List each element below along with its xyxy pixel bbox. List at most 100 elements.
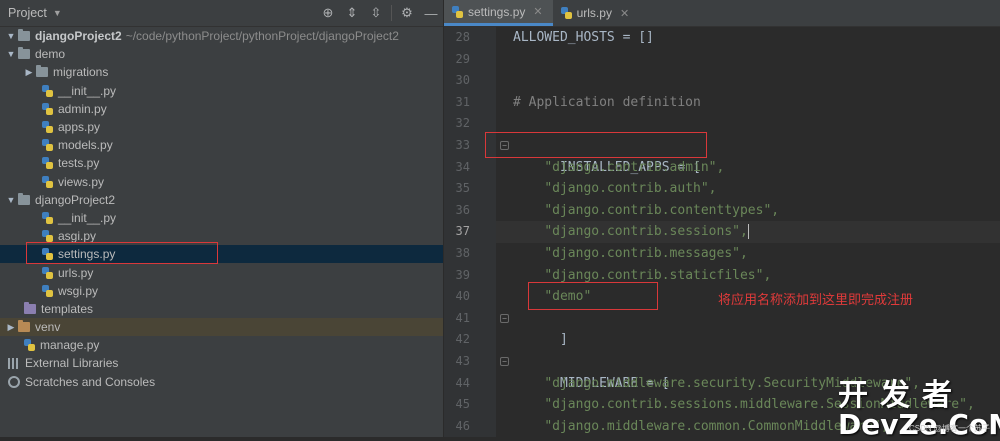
tree-item-label: venv [35, 320, 61, 335]
tree-item-label: models.py [58, 138, 113, 153]
python-file-icon [42, 284, 53, 297]
code-line[interactable]: −] [496, 308, 1000, 347]
python-file-icon [24, 339, 35, 352]
gear-icon[interactable]: ⚙ [395, 0, 419, 26]
tree-item-label: views.py [58, 174, 105, 189]
tree-item-settings[interactable]: settings.py [0, 242, 443, 265]
tree-item-label: manage.py [40, 338, 100, 353]
fold-marker-icon[interactable]: − [500, 313, 509, 323]
code-line[interactable]: "django.contrib.messages", [496, 243, 1000, 265]
project-view-dropdown[interactable]: Project ▼ [8, 6, 62, 20]
code-comment: # Application definition [513, 94, 701, 110]
code-line[interactable]: ALLOWED_HOSTS = [] [496, 27, 1000, 49]
code-line-current[interactable]: "django.contrib.sessions", [496, 221, 1000, 243]
close-icon[interactable]: ✕ [533, 5, 542, 18]
folder-icon [18, 47, 30, 60]
locate-icon[interactable]: ⊕ [316, 0, 340, 26]
python-file-icon [42, 84, 53, 97]
code-line[interactable]: # Application definition [496, 92, 1000, 114]
line-number-current: 37 [455, 224, 470, 239]
line-number: 46 [455, 418, 470, 433]
tree-item-label: demo [35, 47, 66, 62]
line-number: 28 [455, 30, 470, 44]
chevron-right-icon[interactable]: ▶ [4, 322, 18, 333]
python-file-icon [452, 5, 463, 18]
code-line[interactable]: "django.contrib.admin", [496, 157, 1000, 179]
chevron-down-icon[interactable]: ▼ [4, 49, 18, 59]
code-string: "django.contrib.admin", [544, 159, 725, 175]
code-line[interactable] [496, 70, 1000, 92]
line-number: 45 [455, 397, 470, 412]
chevron-right-icon[interactable]: ▶ [22, 67, 36, 78]
tree-item-label: admin.py [58, 101, 107, 116]
code-line[interactable] [496, 329, 1000, 351]
settings-highlight-box [26, 242, 218, 265]
sidebar-header: Project ▼ ⊕ ⇕ ⇳ ⚙ — [0, 0, 443, 27]
tree-item-migrations[interactable]: ▶ migrations [0, 63, 443, 81]
project-view-label: Project [8, 6, 47, 20]
code-line[interactable] [496, 49, 1000, 71]
tree-item-apps[interactable]: apps.py [0, 118, 443, 136]
tree-item-scratches[interactable]: Scratches and Consoles [0, 373, 443, 391]
code-line[interactable]: "django.contrib.contenttypes", [496, 200, 1000, 222]
tree-item-label: External Libraries [25, 356, 119, 371]
tree-item-external-libraries[interactable]: External Libraries [0, 354, 443, 372]
line-number: 36 [455, 202, 470, 217]
tree-item-manage[interactable]: manage.py [0, 336, 443, 354]
text-cursor [747, 224, 749, 240]
minimize-icon[interactable]: — [419, 0, 443, 26]
project-sidebar: Project ▼ ⊕ ⇕ ⇳ ⚙ — ▼ djangoProject2 ~/c… [0, 0, 443, 437]
tab-urls[interactable]: urls.py ✕ [553, 0, 640, 26]
root-path: ~/code/pythonProject/pythonProject/djang… [125, 29, 399, 44]
close-icon[interactable]: ✕ [620, 7, 629, 20]
root-folder-label: djangoProject2 [35, 29, 122, 44]
folder-icon [18, 29, 30, 42]
tree-item-label: __init__.py [58, 83, 117, 98]
tree-item-demo-init[interactable]: __init__.py [0, 82, 443, 100]
python-file-icon [560, 7, 572, 19]
tree-item-tests[interactable]: tests.py [0, 154, 443, 172]
line-number: 29 [455, 51, 470, 66]
code-text: ALLOWED_HOSTS = [] [513, 30, 654, 45]
tree-item-wsgi[interactable]: wsgi.py [0, 282, 443, 300]
tree-item-templates[interactable]: templates [0, 300, 443, 318]
tree-item-urls[interactable]: urls.py [0, 263, 443, 281]
code-string: "django.contrib.messages", [544, 245, 748, 261]
folder-icon [18, 192, 30, 205]
tree-root[interactable]: ▼ djangoProject2 ~/code/pythonProject/py… [0, 27, 443, 45]
collapse-all-icon[interactable]: ⇳ [364, 0, 388, 26]
tree-item-pkg-init[interactable]: __init__.py [0, 209, 443, 227]
watermark: 开发者 DevZe.CoM CSDN @博客一个苏子 [838, 370, 1000, 441]
code-string: "django.contrib.staticfiles", [544, 267, 772, 283]
chevron-down-icon[interactable]: ▼ [4, 195, 18, 205]
line-number: 44 [455, 375, 470, 390]
tree-item-admin[interactable]: admin.py [0, 100, 443, 118]
code-line[interactable]: − INSTALLED_APPS = [ [485, 131, 1000, 175]
watermark-sub: CSDN @博客一个苏子 [908, 424, 990, 433]
python-file-icon [42, 139, 53, 152]
tree-item-models[interactable]: models.py [0, 136, 443, 154]
python-file-icon [42, 230, 53, 243]
line-number: 42 [455, 332, 470, 347]
expand-all-icon[interactable]: ⇕ [340, 0, 364, 26]
folder-icon [24, 301, 36, 314]
tree-item-label: wsgi.py [58, 283, 99, 298]
tree-item-label: migrations [53, 65, 109, 80]
code-line[interactable]: "django.contrib.auth", [496, 178, 1000, 200]
tree-item-label: Scratches and Consoles [25, 374, 156, 389]
tab-settings[interactable]: settings.py ✕ [444, 0, 553, 26]
tree-item-label: __init__.py [58, 210, 117, 225]
python-file-icon [42, 266, 53, 279]
tree-item-venv[interactable]: ▶ venv [0, 318, 443, 337]
tab-label: settings.py [468, 4, 526, 19]
tree-item-views[interactable]: views.py [0, 173, 443, 191]
code-string: "django.contrib.sessions", [544, 224, 748, 240]
demo-highlight-box [528, 282, 658, 311]
line-number: 34 [455, 159, 470, 174]
tree-item-demo[interactable]: ▼ demo [0, 45, 443, 63]
line-number: 39 [455, 267, 470, 282]
tree-item-label: asgi.py [58, 229, 97, 244]
fold-marker-icon[interactable]: − [500, 356, 509, 366]
tree-item-djangoproject2[interactable]: ▼ djangoProject2 [0, 191, 443, 209]
chevron-down-icon[interactable]: ▼ [4, 31, 18, 41]
